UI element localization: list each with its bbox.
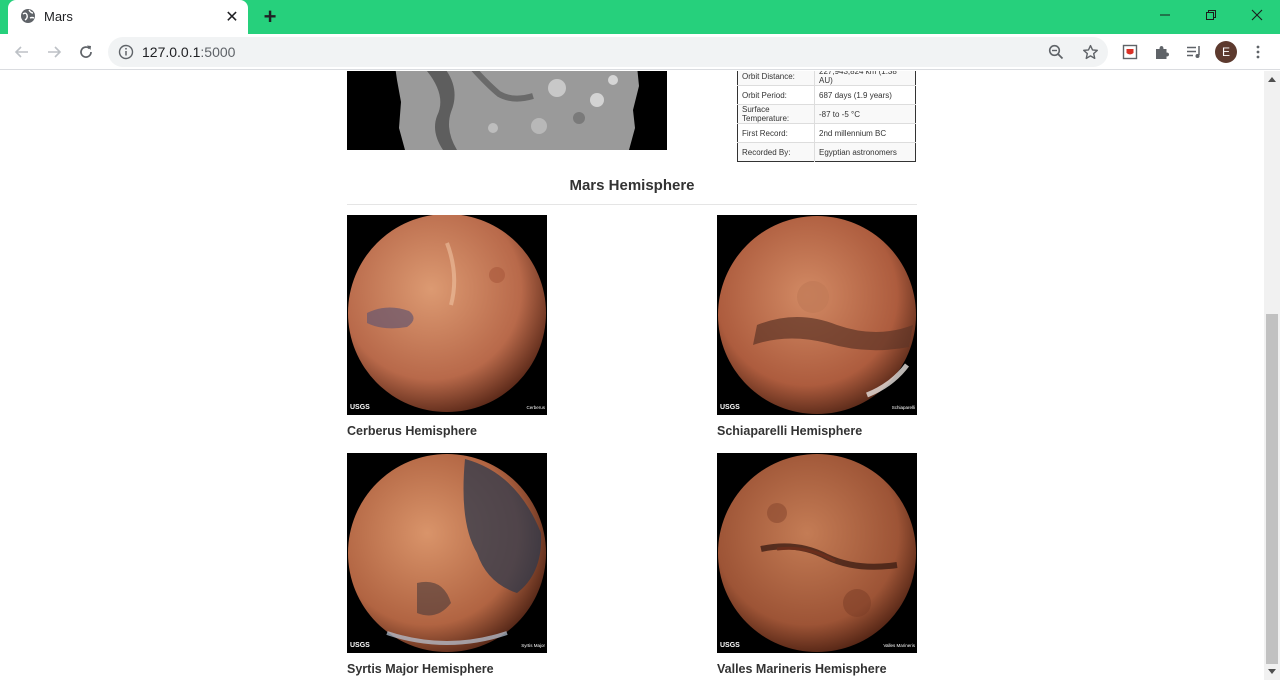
fact-value: 2nd millennium BC: [814, 123, 916, 143]
table-row: Recorded By: Egyptian astronomers: [737, 142, 916, 162]
image-caption: Valles Marineris: [883, 643, 915, 648]
address-bar[interactable]: 127.0.0.1:5000: [108, 37, 1108, 67]
scroll-down-arrow-icon[interactable]: [1264, 664, 1280, 680]
extension-badge-icon[interactable]: [1118, 40, 1142, 64]
vertical-scrollbar[interactable]: [1264, 71, 1280, 680]
table-row: Orbit Distance: 227,943,824 km (1.38 AU): [737, 71, 916, 86]
hemispheres-heading: Mars Hemisphere: [569, 177, 695, 194]
media-queue-icon[interactable]: [1182, 40, 1206, 64]
globe-icon: [21, 9, 35, 23]
fact-value: 687 days (1.9 years): [814, 85, 916, 105]
facts-table-body: Orbit Distance: 227,943,824 km (1.38 AU)…: [737, 71, 916, 162]
fact-value: Egyptian astronomers: [814, 142, 916, 162]
new-tab-icon[interactable]: +: [258, 4, 282, 29]
tab-strip: Mars ✕ +: [0, 0, 1280, 34]
scrollbar-thumb[interactable]: [1266, 314, 1278, 664]
usgs-logo: USGS: [350, 642, 370, 649]
hemisphere-image-valles-marineris[interactable]: [717, 453, 917, 653]
fact-label: Orbit Period:: [737, 85, 815, 105]
fact-label: Recorded By:: [737, 142, 815, 162]
image-caption: Schiaparelli: [891, 405, 915, 410]
browser-tab[interactable]: Mars ✕: [8, 0, 248, 34]
close-window-icon[interactable]: [1234, 0, 1280, 30]
hemisphere-title-syrtis-major[interactable]: Syrtis Major Hemisphere: [347, 662, 647, 676]
hemisphere-title-cerberus[interactable]: Cerberus Hemisphere: [347, 424, 647, 438]
table-row: Surface Temperature: -87 to -5 °C: [737, 104, 916, 124]
reload-icon[interactable]: [74, 40, 98, 64]
zoom-icon[interactable]: [1046, 42, 1066, 62]
restore-icon[interactable]: [1188, 0, 1234, 30]
menu-dots-icon[interactable]: [1246, 40, 1270, 64]
fact-value: 227,943,824 km (1.38 AU): [814, 71, 916, 86]
minimize-icon[interactable]: [1142, 0, 1188, 30]
table-row: First Record: 2nd millennium BC: [737, 123, 916, 143]
forward-arrow-icon[interactable]: [42, 40, 66, 64]
usgs-logo: USGS: [720, 642, 740, 649]
profile-avatar[interactable]: E: [1215, 41, 1237, 63]
tab-title: Mars: [44, 9, 73, 24]
fact-label: Surface Temperature:: [737, 104, 815, 124]
image-caption: Cerberus: [526, 405, 545, 410]
hemisphere-title-valles-marineris[interactable]: Valles Marineris Hemisphere: [717, 662, 1017, 676]
image-caption: Syrtis Major: [521, 643, 545, 648]
url-text: 127.0.0.1:5000: [142, 44, 236, 60]
extensions-puzzle-icon[interactable]: [1150, 40, 1174, 64]
hemisphere-image-cerberus[interactable]: [347, 215, 547, 415]
fact-value: -87 to -5 °C: [814, 104, 916, 124]
page-viewport: Orbit Distance: 227,943,824 km (1.38 AU)…: [0, 71, 1264, 680]
scroll-up-arrow-icon[interactable]: [1264, 71, 1280, 87]
back-arrow-icon[interactable]: [10, 40, 34, 64]
featured-mars-image: [347, 71, 667, 150]
browser-toolbar: 127.0.0.1:5000 E: [0, 34, 1280, 70]
mars-facts-table: Orbit Distance: 227,943,824 km (1.38 AU)…: [737, 71, 916, 162]
close-tab-icon[interactable]: ✕: [222, 7, 242, 27]
fact-label: Orbit Distance:: [737, 71, 815, 86]
bookmark-star-icon[interactable]: [1080, 42, 1100, 62]
table-row: Orbit Period: 687 days (1.9 years): [737, 85, 916, 105]
usgs-logo: USGS: [350, 404, 370, 411]
info-icon[interactable]: [118, 44, 134, 60]
section-divider: [347, 204, 917, 205]
usgs-logo: USGS: [720, 404, 740, 411]
hemisphere-image-syrtis-major[interactable]: [347, 453, 547, 653]
hemisphere-image-schiaparelli[interactable]: [717, 215, 917, 415]
hemisphere-title-schiaparelli[interactable]: Schiaparelli Hemisphere: [717, 424, 1017, 438]
fact-label: First Record:: [737, 123, 815, 143]
